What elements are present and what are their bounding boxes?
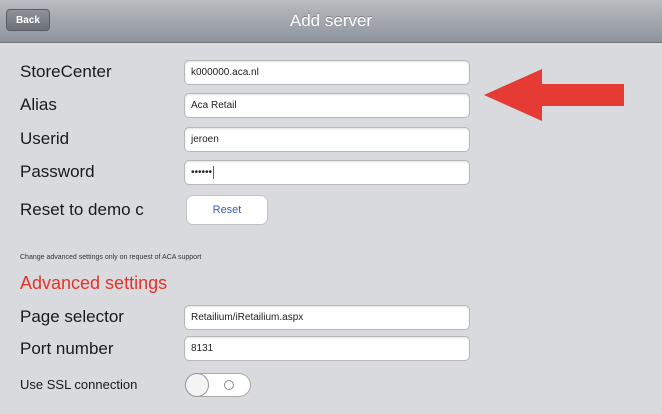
arrow-left-icon	[484, 69, 624, 121]
alias-label: Alias	[20, 95, 57, 114]
password-label: Password	[20, 162, 95, 181]
advanced-note: Change advanced settings only on request…	[20, 254, 202, 261]
form-area: StoreCenter k000000.aca.nl Alias Aca Ret…	[0, 43, 662, 414]
advanced-settings-heading: Advanced settings	[20, 273, 168, 293]
userid-input[interactable]: jeroen	[184, 127, 470, 152]
toggle-off-icon	[224, 380, 234, 390]
ssl-toggle[interactable]	[185, 373, 251, 397]
storecenter-label: StoreCenter	[20, 62, 112, 81]
screen: Back Add server StoreCenter k000000.aca.…	[0, 0, 662, 414]
password-input[interactable]: ••••••	[184, 160, 470, 185]
port-number-input[interactable]: 8131	[184, 336, 470, 361]
ssl-label: Use SSL connection	[20, 377, 138, 392]
reset-label: Reset to demo c	[20, 200, 144, 219]
storecenter-input[interactable]: k000000.aca.nl	[184, 60, 470, 85]
page-selector-label: Page selector	[20, 307, 124, 326]
alias-input[interactable]: Aca Retail	[184, 93, 470, 118]
toggle-knob	[185, 373, 209, 397]
text-caret	[213, 165, 215, 179]
navigation-bar: Back Add server	[0, 0, 662, 43]
port-number-label: Port number	[20, 339, 114, 358]
userid-label: Userid	[20, 129, 70, 148]
password-value: ••••••	[191, 167, 213, 178]
page-selector-input[interactable]: Retailium/iRetailium.aspx	[184, 305, 470, 330]
page-title: Add server	[289, 11, 373, 30]
arrow-shape	[484, 69, 624, 121]
reset-button[interactable]: Reset	[186, 195, 268, 225]
